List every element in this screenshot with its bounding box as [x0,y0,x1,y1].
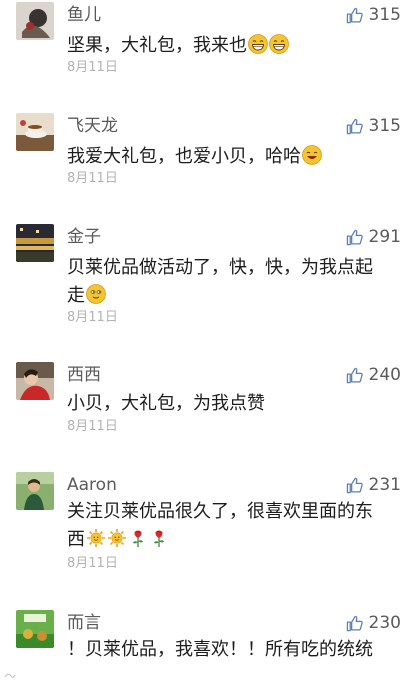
commenter-name[interactable]: 金子 [67,227,101,247]
avatar[interactable] [16,2,54,40]
like-count: 231 [368,475,401,495]
like-button[interactable]: 315 [346,115,401,137]
comment-list: 鱼儿 315 坚果，大礼包，我来也 8月11日 飞天龙 315 我爱大礼包，也爱… [0,0,417,684]
commenter-name[interactable]: 西西 [67,365,101,385]
comment-text: 贝莱优品做活动了，快，快，为我点起 走 [67,254,397,310]
like-button[interactable]: 240 [346,364,401,386]
watermark-logo-icon [4,673,16,678]
thumbs-up-icon [346,367,363,384]
comment-text-line: 走 [67,285,85,306]
like-button[interactable]: 315 [346,4,401,26]
like-count: 240 [368,365,401,385]
comment-date: 8月11日 [67,310,118,325]
like-button[interactable]: 291 [346,226,401,248]
thumbs-up-icon [346,229,363,246]
comment-text: 关注贝莱优品很久了，很喜欢里面的东 西 [67,498,397,554]
avatar[interactable] [16,610,54,648]
thumbs-up-icon [346,7,363,24]
smile-emoji [302,145,322,165]
like-count: 315 [368,116,401,136]
grin-emoji [269,34,289,54]
commenter-name[interactable]: 而言 [67,613,101,633]
like-button[interactable]: 230 [346,612,401,634]
comment-text: 我爱大礼包，也爱小贝，哈哈 [67,143,397,171]
avatar[interactable] [16,472,54,510]
sun-emoji [107,528,127,548]
like-count: 291 [368,227,401,247]
comment-text-line: ！贝莱优品，我喜欢！！所有吃的统统 [67,639,373,660]
grin-emoji [248,34,268,54]
avatar[interactable] [16,113,54,151]
commenter-name[interactable]: 飞天龙 [67,116,118,136]
comment-text-line: 坚果，大礼包，我来也 [67,35,247,56]
avatar[interactable] [16,362,54,400]
thumbs-up-icon [346,615,363,632]
thumbs-up-icon [346,118,363,135]
like-count: 230 [368,613,401,633]
comment-date: 8月11日 [67,556,118,571]
avatar[interactable] [16,224,54,262]
comment-text-line: 贝莱优品做活动了，快，快，为我点起 [67,257,373,278]
comment-date: 8月11日 [67,419,118,434]
commenter-name[interactable]: 鱼儿 [67,5,101,25]
thumbs-up-icon [346,477,363,494]
comment-text-line: 小贝，大礼包，为我点赞 [67,393,265,414]
comment-text: 坚果，大礼包，我来也 [67,32,397,60]
like-button[interactable]: 231 [346,474,401,496]
commenter-name[interactable]: Aaron [67,475,117,495]
rose-emoji [149,528,169,548]
comment-text-line: 我爱大礼包，也爱小贝，哈哈 [67,146,301,167]
smirk-emoji [86,284,106,304]
comment-date: 8月11日 [67,60,118,75]
comment-text-line: 关注贝莱优品很久了，很喜欢里面的东 [67,501,373,522]
sun-emoji [86,528,106,548]
comment-text: ！贝莱优品，我喜欢！！所有吃的统统 [67,636,397,664]
comment-text: 小贝，大礼包，为我点赞 [67,390,397,418]
comment-text-line: 西 [67,529,85,550]
rose-emoji [128,528,148,548]
like-count: 315 [368,5,401,25]
comment-date: 8月11日 [67,171,118,186]
watermark [4,672,16,682]
